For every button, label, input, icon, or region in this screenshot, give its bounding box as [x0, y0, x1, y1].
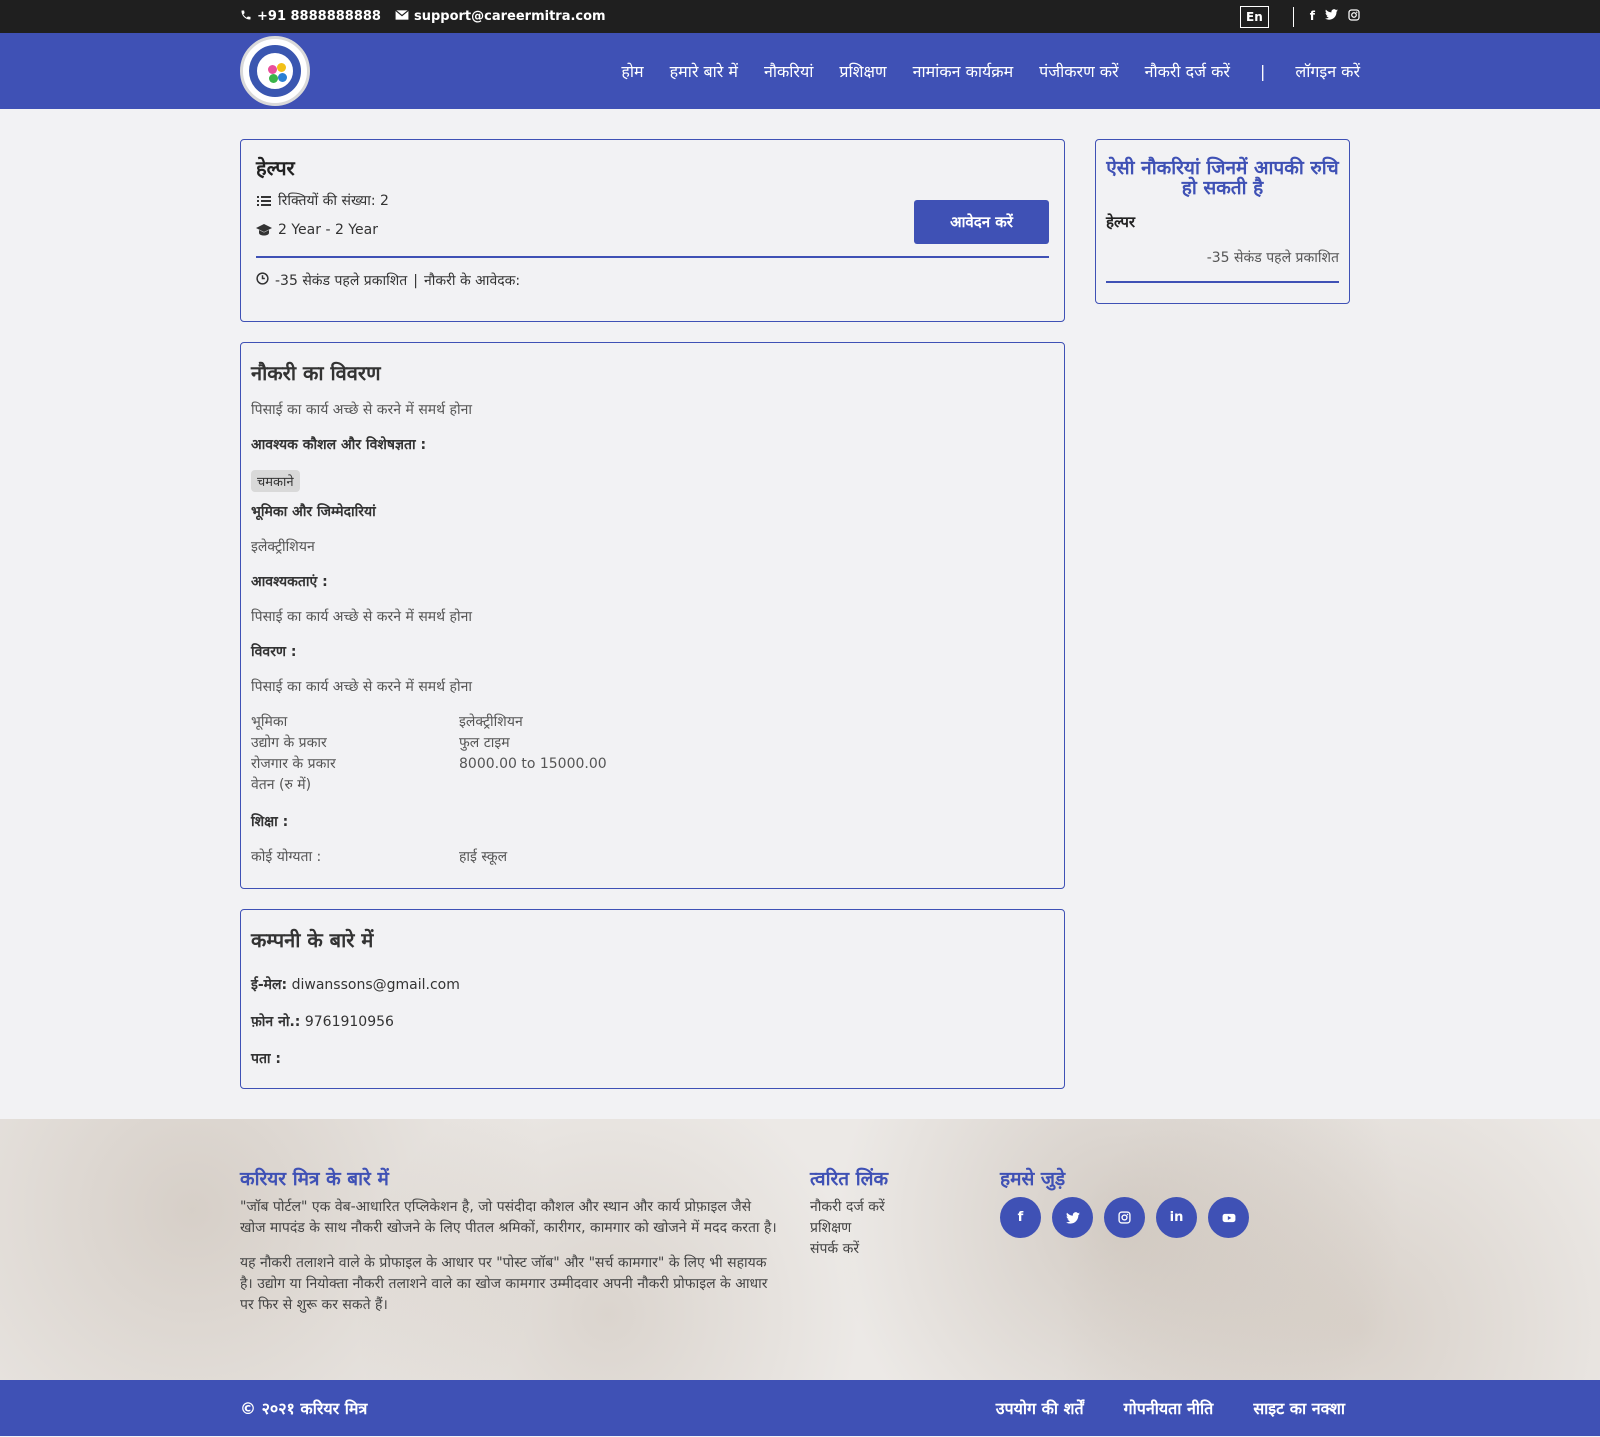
role-label: भूमिका और जिम्मेदारियां [251, 504, 376, 520]
nav-post-job[interactable]: नौकरी दर्ज करें [1145, 60, 1230, 82]
related-job-posted: -35 सेकंड पहले प्रकाशित [1206, 250, 1339, 266]
phone-number: +91 8888888888 [257, 9, 381, 24]
quick-links-title: त्वरित लिंक [810, 1168, 889, 1190]
job-attributes: भूमिका उद्योग के प्रकार रोजगार के प्रकार… [251, 712, 1054, 796]
sitemap-link[interactable]: साइट का नक्शा [1253, 1397, 1345, 1419]
role-value: इलेक्ट्रीशियन [251, 539, 315, 555]
related-jobs-card: ऐसी नौकरियां जिनमें आपकी रुचि हो सकती है… [1095, 139, 1350, 304]
attr-key: रोजगार के प्रकार [251, 756, 336, 772]
footer: करियर मित्र के बारे में "जॉब पोर्टल" एक … [0, 1119, 1600, 1380]
description-value: पिसाई का कार्य अच्छे से करने में समर्थ ह… [251, 679, 473, 695]
nav-separator: | [1259, 61, 1266, 81]
nav-login[interactable]: लॉगइन करें [1295, 60, 1360, 82]
divider [256, 256, 1049, 258]
company-email[interactable]: diwanssons@gmail.com [292, 977, 460, 993]
attr-key: भूमिका [251, 714, 288, 730]
education-row: कोई योग्यता : हाई स्कूल [251, 847, 1054, 868]
requirements-value: पिसाई का कार्य अच्छे से करने में समर्थ ह… [251, 609, 473, 625]
divider [1292, 6, 1294, 27]
posted-time: -35 सेकंड पहले प्रकाशित [275, 273, 408, 289]
footer-link-contact[interactable]: संपर्क करें [810, 1239, 970, 1260]
company-email-row: ई-मेल: diwanssons@gmail.com [251, 975, 1054, 994]
company-title: कम्पनी के बारे में [251, 928, 374, 952]
attr-key: उद्योग के प्रकार [251, 735, 327, 751]
language-toggle[interactable]: En [1240, 5, 1269, 28]
top-bar: +91 8888888888 support@careermitra.com E… [0, 0, 1600, 33]
salary-value: 8000.00 to 15000.00 [459, 756, 607, 772]
skill-chip: चमकाने [251, 470, 300, 492]
divider [1106, 281, 1339, 283]
footer-social: हमसे जुड़े f in [1000, 1165, 1249, 1330]
footer-link-post-job[interactable]: नौकरी दर्ज करें [810, 1197, 970, 1218]
education-label: शिक्षा : [251, 814, 289, 830]
nav-jobs[interactable]: नौकरियां [764, 60, 813, 82]
connect-title: हमसे जुड़े [1000, 1168, 1066, 1190]
job-title: हेल्पर [256, 156, 295, 180]
bottom-bar: © २०२१ करियर मित्र उपयोग की शर्तें गोपनी… [0, 1380, 1600, 1436]
nav-home[interactable]: होम [621, 60, 643, 82]
phone-icon [240, 9, 252, 25]
description-label: विवरण : [251, 644, 297, 660]
instagram-icon[interactable] [1104, 1197, 1145, 1238]
twitter-icon[interactable] [1325, 9, 1338, 24]
job-summary-card: हेल्पर रिक्तियों की संख्या: 2 2 Year - 2… [240, 139, 1065, 322]
applicants-label: नौकरी के आवेदक: [424, 273, 521, 289]
about-paragraph: यह नौकरी तलाशने वाले के प्रोफाइल के आधार… [240, 1255, 768, 1313]
apply-button[interactable]: आवेदन करें [914, 200, 1049, 244]
email-contact[interactable]: support@careermitra.com [395, 9, 606, 25]
main-navbar: होम हमारे बारे में नौकरियां प्रशिक्षण ना… [0, 33, 1600, 109]
experience-range: 2 Year - 2 Year [278, 222, 378, 238]
education-value: हाई स्कूल [459, 849, 508, 865]
facebook-icon[interactable]: f [1310, 9, 1315, 24]
requirements-label: आवश्यकताएं : [251, 574, 328, 590]
skills-label: आवश्यक कौशल और विशेषज्ञता : [251, 437, 427, 453]
footer-quick-links: त्वरित लिंक नौकरी दर्ज करें प्रशिक्षण सं… [810, 1165, 970, 1330]
company-address-row: पता : [251, 1049, 1054, 1068]
envelope-icon [395, 9, 409, 25]
nav-enrollment[interactable]: नामांकन कार्यक्रम [913, 60, 1014, 82]
copyright: © २०२१ करियर मित्र [240, 1399, 368, 1418]
nav-register[interactable]: पंजीकरण करें [1039, 60, 1118, 82]
privacy-link[interactable]: गोपनीयता नीति [1124, 1397, 1214, 1419]
youtube-icon[interactable] [1208, 1197, 1249, 1238]
footer-link-training[interactable]: प्रशिक्षण [810, 1218, 970, 1239]
vacancy-count: रिक्तियों की संख्या: 2 [278, 193, 389, 209]
company-phone: 9761910956 [304, 1014, 394, 1030]
attr-value: फुल टाइम [459, 735, 510, 751]
instagram-icon[interactable] [1348, 9, 1360, 24]
linkedin-icon[interactable]: in [1156, 1197, 1197, 1238]
facebook-icon[interactable]: f [1000, 1197, 1041, 1238]
graduation-cap-icon [256, 224, 272, 236]
email-address: support@careermitra.com [413, 9, 606, 24]
related-jobs-title: ऐसी नौकरियां जिनमें आपकी रुचि हो सकती है [1106, 157, 1339, 199]
footer-about: करियर मित्र के बारे में "जॉब पोर्टल" एक … [240, 1165, 780, 1330]
phone-contact[interactable]: +91 8888888888 [240, 9, 381, 25]
address-label: पता : [251, 1051, 282, 1067]
list-icon [256, 195, 272, 207]
job-details-title: नौकरी का विवरण [251, 361, 381, 385]
job-details-card: नौकरी का विवरण पिसाई का कार्य अच्छे से क… [240, 342, 1065, 889]
company-phone-row: फ़ोन नो.: 9761910956 [251, 1012, 1054, 1031]
related-job-title[interactable]: हेल्पर [1106, 212, 1339, 232]
terms-link[interactable]: उपयोग की शर्तें [996, 1397, 1084, 1419]
about-title: करियर मित्र के बारे में [240, 1168, 389, 1190]
education-key: कोई योग्यता : [251, 849, 322, 865]
site-logo[interactable] [240, 36, 310, 106]
nav-training[interactable]: प्रशिक्षण [839, 60, 886, 82]
about-paragraph: "जॉब पोर्टल" एक वेब-आधारित एप्लिकेशन है,… [240, 1199, 777, 1236]
clock-icon [256, 272, 269, 289]
nav-about[interactable]: हमारे बारे में [670, 60, 738, 82]
attr-key: वेतन (रु में) [251, 777, 312, 793]
separator: | [413, 272, 418, 289]
posted-row: -35 सेकंड पहले प्रकाशित | नौकरी के आवेदक… [256, 271, 520, 290]
phone-label: फ़ोन नो.: [251, 1014, 301, 1030]
twitter-icon[interactable] [1052, 1197, 1093, 1238]
company-card: कम्पनी के बारे में ई-मेल: diwanssons@gma… [240, 909, 1065, 1089]
email-label: ई-मेल: [251, 977, 288, 993]
attr-value: इलेक्ट्रीशियन [459, 714, 523, 730]
job-summary: पिसाई का कार्य अच्छे से करने में समर्थ ह… [251, 402, 473, 418]
